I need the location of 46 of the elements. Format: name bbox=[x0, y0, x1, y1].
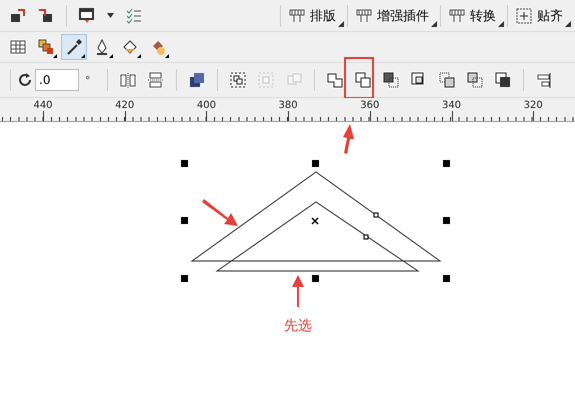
group-icon bbox=[228, 71, 246, 89]
caret-icon[interactable] bbox=[107, 13, 114, 18]
pointer-arrow bbox=[343, 124, 354, 154]
degree-unit: ° bbox=[85, 74, 90, 86]
checklist-icon bbox=[125, 6, 143, 24]
ruler-label: 420 bbox=[115, 100, 134, 111]
snap-grid-icon bbox=[515, 6, 533, 24]
ungroup-icon bbox=[256, 71, 274, 89]
toolbar-menu[interactable]: 排版 bbox=[284, 4, 344, 26]
node-markers bbox=[364, 212, 378, 240]
ruler-label: 440 bbox=[33, 100, 53, 111]
annotation-label: 先选 bbox=[284, 317, 312, 335]
intersect-icon bbox=[382, 71, 400, 89]
selection-handles[interactable] bbox=[181, 160, 450, 282]
ruler-label: 400 bbox=[196, 100, 216, 111]
rotation-input[interactable]: .0 bbox=[35, 69, 79, 91]
eyedropper-icon bbox=[65, 38, 83, 56]
mirror-vertical-icon bbox=[146, 71, 164, 89]
layout-icon bbox=[355, 6, 373, 24]
ruler-label: 320 bbox=[524, 100, 543, 111]
front-minus-back-icon bbox=[438, 71, 456, 89]
pointer-arrow bbox=[202, 199, 238, 226]
display-icon bbox=[78, 6, 96, 24]
color-squares-icon bbox=[37, 38, 55, 56]
export-icon bbox=[37, 6, 55, 24]
align-icon bbox=[534, 71, 552, 89]
pointer-arrow bbox=[292, 275, 304, 307]
weld-icon bbox=[326, 71, 344, 89]
toolbar-menu[interactable]: 增强插件 bbox=[351, 4, 437, 26]
toolbar-menu[interactable]: 贴齐 bbox=[511, 4, 571, 26]
layout-icon bbox=[288, 6, 306, 24]
ruler-label: 380 bbox=[278, 100, 298, 111]
import-icon bbox=[9, 6, 27, 24]
mirror-horizontal-icon bbox=[118, 71, 136, 89]
back-minus-front-icon bbox=[466, 71, 484, 89]
boundary-icon bbox=[494, 71, 512, 89]
toolbar-menu[interactable]: 转换 bbox=[444, 4, 504, 26]
table-icon bbox=[9, 38, 27, 56]
ruler-label: 360 bbox=[360, 100, 380, 111]
combine-icon bbox=[188, 71, 206, 89]
ruler-label: 340 bbox=[442, 100, 462, 111]
trim-icon bbox=[354, 71, 372, 89]
paint-bucket-icon bbox=[121, 38, 139, 56]
layout-icon bbox=[448, 6, 466, 24]
center-mark-icon bbox=[311, 217, 319, 225]
eyedropper-tool[interactable] bbox=[61, 34, 87, 60]
